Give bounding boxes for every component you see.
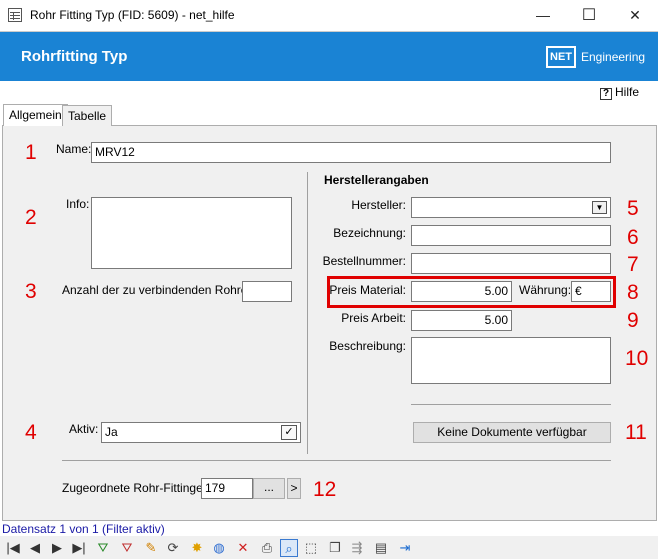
header-banner: Rohrfitting Typ NET Engineering bbox=[0, 31, 658, 81]
beschreibung-label: Beschreibung: bbox=[329, 339, 406, 353]
annotation-4: 4 bbox=[25, 421, 37, 444]
table-edit-icon[interactable]: ▤ bbox=[372, 539, 390, 557]
waehrung-field[interactable]: € bbox=[571, 281, 611, 302]
help-label: Hilfe bbox=[615, 85, 640, 99]
bottom-toolbar: |◀ ◀ ▶ ▶| ⛛ ⛛ ✎ ⟳ ✸ ◍ ✕ ⎙ ⌕ ⬚ ❐ ⇶ ▤ ⇥ bbox=[0, 536, 658, 559]
aktiv-label: Aktiv: bbox=[69, 422, 99, 436]
preis-material-field[interactable]: 5.00 bbox=[411, 281, 512, 302]
app-table-icon bbox=[8, 8, 22, 22]
aktiv-value: Ja bbox=[105, 425, 118, 439]
annotation-6: 6 bbox=[627, 226, 639, 249]
annotation-2: 2 bbox=[25, 206, 37, 229]
header-title: Rohrfitting Typ bbox=[21, 48, 128, 65]
annotation-3: 3 bbox=[25, 280, 37, 303]
filter-remove-icon[interactable]: ⛛ bbox=[118, 539, 136, 557]
annotation-10: 10 bbox=[625, 347, 649, 370]
info-textarea[interactable] bbox=[91, 197, 292, 269]
bezeichnung-field[interactable] bbox=[411, 225, 611, 246]
zugeordnete-next-button[interactable]: > bbox=[287, 478, 301, 499]
filter-add-icon[interactable]: ⛛ bbox=[94, 539, 112, 557]
documents-separator bbox=[411, 404, 611, 405]
close-button[interactable]: ✕ bbox=[612, 0, 658, 31]
help-button[interactable]: ? Hilfe bbox=[600, 85, 639, 100]
tab-tabelle[interactable]: Tabelle bbox=[62, 105, 113, 126]
hersteller-dropdown[interactable]: ▼ bbox=[411, 197, 611, 218]
refresh-icon[interactable]: ⟳ bbox=[164, 539, 182, 557]
next-record-icon[interactable]: ▶ bbox=[48, 539, 66, 557]
delete-icon[interactable]: ✕ bbox=[234, 539, 252, 557]
maximize-button[interactable]: ☐ bbox=[566, 0, 612, 31]
annotation-5: 5 bbox=[627, 197, 639, 220]
aktiv-select[interactable]: Ja ✓ bbox=[101, 422, 301, 443]
last-record-icon[interactable]: ▶| bbox=[70, 539, 88, 557]
window-title: Rohr Fitting Typ (FID: 5609) - net_hilfe bbox=[30, 8, 235, 22]
hersteller-label: Hersteller: bbox=[351, 198, 406, 212]
annotation-9: 9 bbox=[627, 309, 639, 332]
annotation-7: 7 bbox=[627, 253, 639, 276]
beschreibung-textarea[interactable] bbox=[411, 337, 611, 384]
net-logo: NET bbox=[546, 46, 576, 68]
preis-arbeit-field[interactable]: 5.00 bbox=[411, 310, 512, 331]
link-icon[interactable]: ⇶ bbox=[348, 539, 366, 557]
logo-suffix: Engineering bbox=[581, 50, 646, 64]
info-label: Info: bbox=[66, 197, 90, 211]
minimize-button[interactable]: — bbox=[520, 0, 566, 31]
first-record-icon[interactable]: |◀ bbox=[4, 539, 22, 557]
zoom-icon[interactable]: ⌕ bbox=[280, 539, 298, 557]
annotation-8: 8 bbox=[627, 281, 639, 304]
prev-record-icon[interactable]: ◀ bbox=[26, 539, 44, 557]
bezeichnung-label: Bezeichnung: bbox=[333, 226, 406, 240]
zugeordnete-browse-button[interactable]: ... bbox=[253, 478, 285, 499]
name-field[interactable]: MRV12 bbox=[91, 142, 611, 163]
bestellnummer-field[interactable] bbox=[411, 253, 611, 274]
anzahl-field[interactable] bbox=[242, 281, 292, 302]
preis-material-label: Preis Material: bbox=[329, 283, 406, 297]
new-record-icon[interactable]: ✸ bbox=[188, 539, 206, 557]
waehrung-label: Währung: bbox=[519, 283, 572, 297]
select-icon[interactable]: ⬚ bbox=[302, 539, 320, 557]
check-icon[interactable]: ✓ bbox=[281, 425, 297, 440]
exit-icon[interactable]: ⇥ bbox=[396, 539, 414, 557]
edit-pencil-icon[interactable]: ✎ bbox=[142, 539, 160, 557]
preis-arbeit-label: Preis Arbeit: bbox=[341, 311, 406, 325]
tab-allgemein[interactable]: Allgemein bbox=[3, 104, 68, 126]
bestellnummer-label: Bestellnummer: bbox=[322, 254, 406, 268]
anzahl-label: Anzahl der zu verbindenden Rohre: bbox=[62, 283, 251, 297]
bottom-separator bbox=[62, 460, 611, 461]
name-label: Name: bbox=[56, 142, 92, 156]
chevron-down-icon[interactable]: ▼ bbox=[592, 201, 607, 214]
globe-icon[interactable]: ◍ bbox=[210, 539, 228, 557]
record-status: Datensatz 1 von 1 (Filter aktiv) bbox=[2, 522, 165, 536]
copy-icon[interactable]: ❐ bbox=[326, 539, 344, 557]
annotation-11: 11 bbox=[625, 421, 647, 444]
annotation-1: 1 bbox=[25, 141, 37, 164]
annotation-12: 12 bbox=[313, 478, 337, 501]
documents-button[interactable]: Keine Dokumente verfügbar bbox=[413, 422, 611, 443]
zugeordnete-label: Zugeordnete Rohr-Fittinge: bbox=[62, 481, 207, 495]
window-titlebar: Rohr Fitting Typ (FID: 5609) - net_hilfe… bbox=[0, 0, 658, 31]
herstellerangaben-heading: Herstellerangaben bbox=[324, 173, 429, 187]
help-icon: ? bbox=[600, 88, 612, 100]
zugeordnete-count: 179 bbox=[201, 478, 253, 499]
print-icon[interactable]: ⎙ bbox=[258, 539, 276, 557]
